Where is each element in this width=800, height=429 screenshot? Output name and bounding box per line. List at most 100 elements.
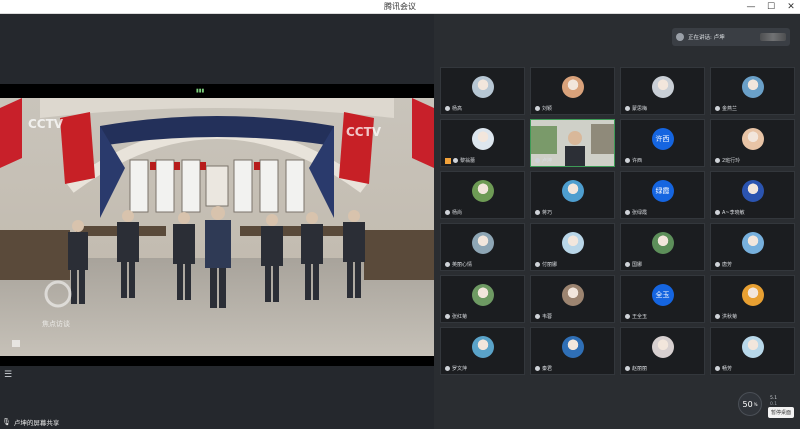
- participant-tile[interactable]: 蒙思梅: [620, 67, 705, 115]
- participant-tile[interactable]: 洪秋菊: [710, 275, 795, 323]
- participant-tile[interactable]: 畅芳: [710, 327, 795, 375]
- participant-label: 英丽心情: [445, 261, 472, 268]
- participant-tile[interactable]: 蒋巧: [530, 171, 615, 219]
- participant-name: 刘颖: [542, 106, 553, 112]
- participant-avatar: [471, 284, 494, 306]
- participant-tile[interactable]: 金燕兰: [710, 67, 795, 115]
- participant-tile[interactable]: 许西 许西: [620, 119, 705, 167]
- participant-name: 付丽娜: [542, 262, 558, 268]
- mic-icon: [535, 262, 540, 267]
- participant-tile[interactable]: 唐芳: [710, 223, 795, 271]
- program-logo: 焦点访谈: [42, 319, 70, 328]
- mic-icon: [715, 210, 720, 215]
- participant-label: 许西: [625, 157, 642, 164]
- participant-avatar: [471, 180, 494, 202]
- participant-name: 国娜: [632, 262, 643, 268]
- mic-icon: [445, 106, 450, 111]
- mic-icon: [715, 314, 720, 319]
- participant-name: 唐芳: [722, 262, 733, 268]
- participant-tile[interactable]: 2班行玲: [710, 119, 795, 167]
- participant-name: 英丽心情: [452, 262, 473, 268]
- participant-tile[interactable]: 国娜: [620, 223, 705, 271]
- participant-avatar: [741, 180, 764, 202]
- mic-icon: [535, 314, 540, 319]
- participant-label: 张红菊: [445, 313, 467, 320]
- participant-avatar: [651, 232, 674, 254]
- participant-label: 蒋巧: [535, 209, 552, 216]
- participant-avatar: 许西: [651, 128, 674, 150]
- signal-icon: ▮▮▮: [196, 88, 205, 94]
- participant-label: 王全玉: [625, 313, 647, 320]
- participant-avatar: [471, 232, 494, 254]
- participant-label: 卢坤: [535, 157, 552, 164]
- participant-tile[interactable]: 卢坤: [530, 119, 615, 167]
- participant-label: 罗文萍: [445, 365, 467, 372]
- participant-label: 黎翁蕾: [445, 157, 475, 164]
- pause-desktop-tooltip[interactable]: 暂停桌面: [768, 407, 795, 418]
- participant-name: 罗文萍: [452, 366, 468, 372]
- brand-logo-icon: [760, 33, 786, 41]
- participant-avatar: [741, 284, 764, 306]
- mic-icon: [625, 158, 630, 163]
- participant-tile[interactable]: 付丽娜: [530, 223, 615, 271]
- mic-icon: [445, 314, 450, 319]
- zoom-value: 50: [742, 399, 753, 409]
- maximize-button[interactable]: ☐: [766, 0, 776, 14]
- close-button[interactable]: ✕: [786, 0, 796, 14]
- minimize-button[interactable]: —: [746, 0, 756, 14]
- participant-avatar: 全玉: [651, 284, 674, 306]
- participant-grid: 杨高 刘颖 蒙思梅 金燕兰 黎翁蕾 卢坤 许西 许西 2班行玲 杨尚 蒋巧 绿霞 张绿霞 A~李晓敏 英丽心…: [440, 67, 795, 375]
- participant-name: 张绿霞: [632, 210, 648, 216]
- mic-icon: [715, 262, 720, 267]
- participant-name: 黎翁蕾: [460, 158, 476, 164]
- participant-avatar: [561, 180, 584, 202]
- participant-label: 国娜: [625, 261, 642, 268]
- participant-tile[interactable]: 刘颖: [530, 67, 615, 115]
- participant-tile[interactable]: 罗文萍: [440, 327, 525, 375]
- participant-tile[interactable]: 绿霞 张绿霞: [620, 171, 705, 219]
- participant-label: 刘颖: [535, 105, 552, 112]
- participant-tile[interactable]: 秦君: [530, 327, 615, 375]
- participant-avatar: [741, 232, 764, 254]
- participant-tile[interactable]: 全玉 王全玉: [620, 275, 705, 323]
- participant-avatar: [561, 284, 584, 306]
- mic-icon: [445, 210, 450, 215]
- participant-avatar: [561, 76, 584, 98]
- participant-tile[interactable]: 杨高: [440, 67, 525, 115]
- video-top-bar: ▮▮▮: [0, 84, 434, 98]
- window-title: 腾讯会议: [384, 2, 416, 11]
- screen-share-label: 🎙 卢坤的屏幕共享: [2, 417, 59, 427]
- participant-tile[interactable]: 韦蓉: [530, 275, 615, 323]
- participant-label: 付丽娜: [535, 261, 557, 268]
- mic-icon: 🎙: [2, 418, 11, 426]
- mic-icon: [625, 210, 630, 215]
- mic-icon: [625, 314, 630, 319]
- participant-tile[interactable]: A~李晓敏: [710, 171, 795, 219]
- mic-icon: [715, 158, 720, 163]
- participant-tile[interactable]: 英丽心情: [440, 223, 525, 271]
- list-icon[interactable]: ☰: [4, 370, 16, 380]
- participant-label: 金燕兰: [715, 105, 737, 112]
- participant-label: 洪秋菊: [715, 313, 737, 320]
- participant-name: 许西: [632, 158, 643, 164]
- participant-tile[interactable]: 张红菊: [440, 275, 525, 323]
- participant-name: 蒋巧: [542, 210, 553, 216]
- zoom-indicator[interactable]: 50%: [738, 392, 762, 416]
- cctv-watermark-right: CCTV: [346, 125, 382, 139]
- participant-tile[interactable]: 赵丽丽: [620, 327, 705, 375]
- participant-name: 2班行玲: [722, 158, 741, 164]
- mic-icon: [445, 366, 450, 371]
- participant-name: 杨尚: [452, 210, 463, 216]
- participant-tile[interactable]: 黎翁蕾: [440, 119, 525, 167]
- participant-name: 赵丽丽: [632, 366, 648, 372]
- participant-avatar: [741, 336, 764, 358]
- participant-label: 张绿霞: [625, 209, 647, 216]
- screen-share-panel: ▮▮▮ CCTV CCTV 焦点访谈 ☰ 🎙 卢坤的屏幕共享: [0, 14, 434, 429]
- participant-tile[interactable]: 杨尚: [440, 171, 525, 219]
- participant-name: 卢坤: [542, 158, 553, 164]
- participant-name: 洪秋菊: [722, 314, 738, 320]
- video-bottom-bar: [0, 356, 434, 366]
- participant-label: 杨尚: [445, 209, 462, 216]
- participants-panel: 正在讲话: 卢坤 杨高 刘颖 蒙思梅 金燕兰 黎翁蕾 卢坤 许西 许西 2班行玲 杨尚 蒋巧 绿霞 张绿…: [434, 14, 800, 429]
- mic-icon: [535, 106, 540, 111]
